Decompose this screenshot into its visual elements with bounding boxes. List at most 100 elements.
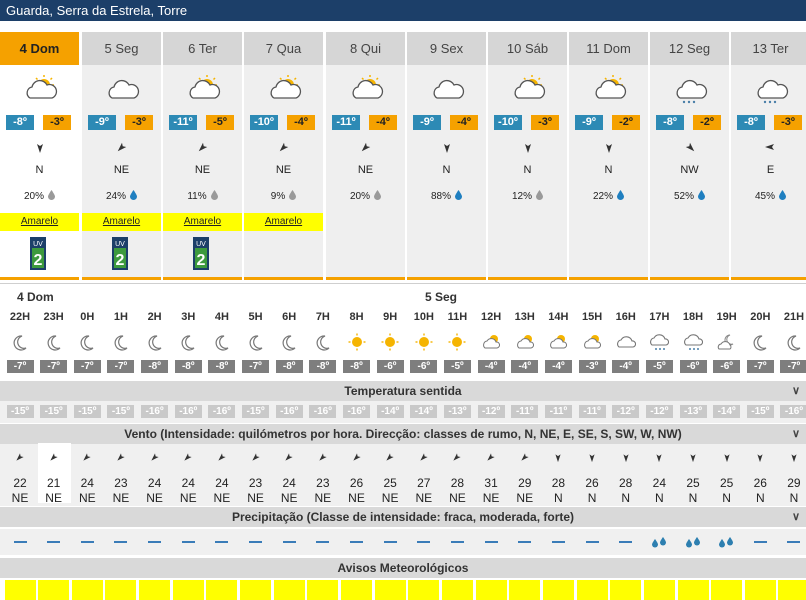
day-bottom-border	[731, 277, 806, 280]
warning-cell[interactable]	[240, 580, 272, 600]
wind-direction: NE	[275, 164, 292, 176]
location-title: Guarda, Serra da Estrela, Torre	[0, 0, 806, 21]
feels-like-section-header[interactable]: Temperatura sentida ∨	[0, 381, 806, 401]
day-bottom-border	[569, 277, 648, 280]
precip-probability: 88%	[407, 190, 486, 202]
moon-icon	[753, 335, 767, 351]
warning-cell[interactable]	[778, 580, 806, 600]
feels-like-temperature: -15º	[40, 405, 68, 418]
warning-cell[interactable]	[441, 580, 473, 600]
wind-arrow-icon	[285, 453, 293, 461]
day-label[interactable]: 8 Qui	[326, 32, 405, 65]
temperature-range: -10º -3º	[494, 115, 562, 130]
warning-cell[interactable]	[509, 580, 541, 600]
min-temp: -10º	[250, 115, 278, 130]
warning-cell[interactable]	[105, 580, 137, 600]
day-column[interactable]: 7 Qua -10º -4º NE 9% Amarelo	[244, 32, 323, 280]
day-column[interactable]: 9 Sex -9º -4º N 88%	[407, 32, 486, 280]
warning-cell[interactable]	[542, 580, 574, 600]
feels-like-section-title: Temperatura sentida	[344, 384, 462, 398]
warning-level-link[interactable]: Amarelo	[0, 213, 79, 231]
day-column[interactable]: 5 Seg -9º -3º NE 24% Amarelo UV 2	[82, 32, 161, 280]
precip-percent: 24%	[105, 191, 126, 202]
chevron-down-icon[interactable]: ∨	[792, 381, 800, 401]
warning-cell[interactable]	[408, 580, 440, 600]
no-precip-dash	[80, 541, 94, 543]
precip-cell	[677, 532, 710, 552]
warning-cell[interactable]	[38, 580, 70, 600]
warning-cell[interactable]	[172, 580, 204, 600]
warning-cell[interactable]	[307, 580, 339, 600]
no-precip-dash	[417, 541, 431, 543]
day-label[interactable]: 11 Dom	[569, 32, 648, 65]
warning-level-link[interactable]: Amarelo	[163, 213, 242, 231]
day-column[interactable]: 13 Ter -8º -3º E 45%	[731, 32, 806, 280]
precip-cell	[508, 532, 541, 552]
no-precip-dash	[484, 541, 498, 543]
warnings-section-header[interactable]: Avisos Meteorológicos	[0, 558, 806, 578]
warning-cell[interactable]	[4, 580, 36, 600]
warning-cell[interactable]	[374, 580, 406, 600]
uv-value: 2	[34, 252, 43, 269]
day-column[interactable]: 10 Sáb -10º -3º N 12%	[488, 32, 567, 280]
hour-label: 10H	[413, 311, 434, 323]
warning-cell[interactable]	[341, 580, 372, 600]
day-label[interactable]: 12 Seg	[650, 32, 729, 65]
day-label[interactable]: 6 Ter	[163, 32, 242, 65]
wind-arrow-icon	[50, 453, 58, 461]
partly-sunny-icon	[516, 335, 534, 349]
precip-probability: 45%	[731, 190, 806, 202]
wind-direction: NE	[280, 491, 298, 505]
night-cloud-icon	[717, 334, 733, 350]
warning-cell[interactable]	[711, 580, 743, 600]
chevron-down-icon[interactable]: ∨	[792, 424, 800, 444]
warning-cell[interactable]	[475, 580, 507, 600]
wind-arrow-icon	[117, 453, 125, 461]
day-label[interactable]: 4 Dom	[0, 32, 79, 65]
wind-direction: N	[789, 491, 799, 505]
day-label[interactable]: 13 Ter	[731, 32, 806, 65]
hourly-temperature: -8º	[275, 360, 303, 373]
day-column[interactable]: 8 Qui -11º -4º NE 20%	[326, 32, 405, 280]
day-column[interactable]: 12 Seg -8º -2º NW 52%	[650, 32, 729, 280]
hourly-temperature: -4º	[477, 360, 505, 373]
wind-direction: N	[621, 491, 631, 505]
moon-icon	[181, 335, 195, 351]
wind-speed: 28	[450, 476, 465, 490]
partly-sunny-icon	[352, 75, 384, 99]
wind-direction: N	[587, 491, 597, 505]
precip-section-header[interactable]: Precipitação (Classe de intensidade: fra…	[0, 507, 806, 527]
sun-icon	[381, 333, 399, 351]
wind-direction: NW	[680, 164, 699, 176]
warning-cell[interactable]	[71, 580, 103, 600]
day-column[interactable]: 4 Dom -8º -3º N 20% Amarelo UV 2	[0, 32, 79, 280]
warning-level-link[interactable]: Amarelo	[244, 213, 323, 231]
precip-cell	[441, 532, 474, 552]
warning-cell[interactable]	[610, 580, 642, 600]
precip-cell	[374, 532, 407, 552]
day-label[interactable]: 5 Seg	[82, 32, 161, 65]
precip-cell	[104, 532, 137, 552]
day-label[interactable]: 10 Sáb	[488, 32, 567, 65]
warning-cell[interactable]	[206, 580, 238, 600]
warning-level-link[interactable]: Amarelo	[82, 213, 161, 231]
day-label[interactable]: 7 Qua	[244, 32, 323, 65]
day-column[interactable]: 11 Dom -9º -2º N 22%	[569, 32, 648, 280]
warning-cell[interactable]	[576, 580, 608, 600]
wind-direction: NE	[213, 491, 231, 505]
warning-cell[interactable]	[139, 580, 171, 600]
day-column[interactable]: 6 Ter -11º -5º NE 11% Amarelo UV 2	[163, 32, 242, 280]
warning-cell[interactable]	[643, 580, 675, 600]
wind-arrow-icon	[791, 454, 797, 463]
temperature-range: -8º -3º	[6, 115, 74, 130]
precip-percent: 22%	[592, 191, 613, 202]
warning-cell[interactable]	[744, 580, 776, 600]
wind-section-header[interactable]: Vento (Intensidade: quilómetros por hora…	[0, 424, 806, 444]
day-bottom-border	[163, 277, 242, 280]
warning-cell[interactable]	[273, 580, 305, 600]
chevron-down-icon[interactable]: ∨	[792, 507, 800, 527]
wind-arrow-icon	[420, 453, 428, 461]
wind-arrow-icon	[690, 454, 696, 463]
warning-cell[interactable]	[677, 580, 709, 600]
day-label[interactable]: 9 Sex	[407, 32, 486, 65]
